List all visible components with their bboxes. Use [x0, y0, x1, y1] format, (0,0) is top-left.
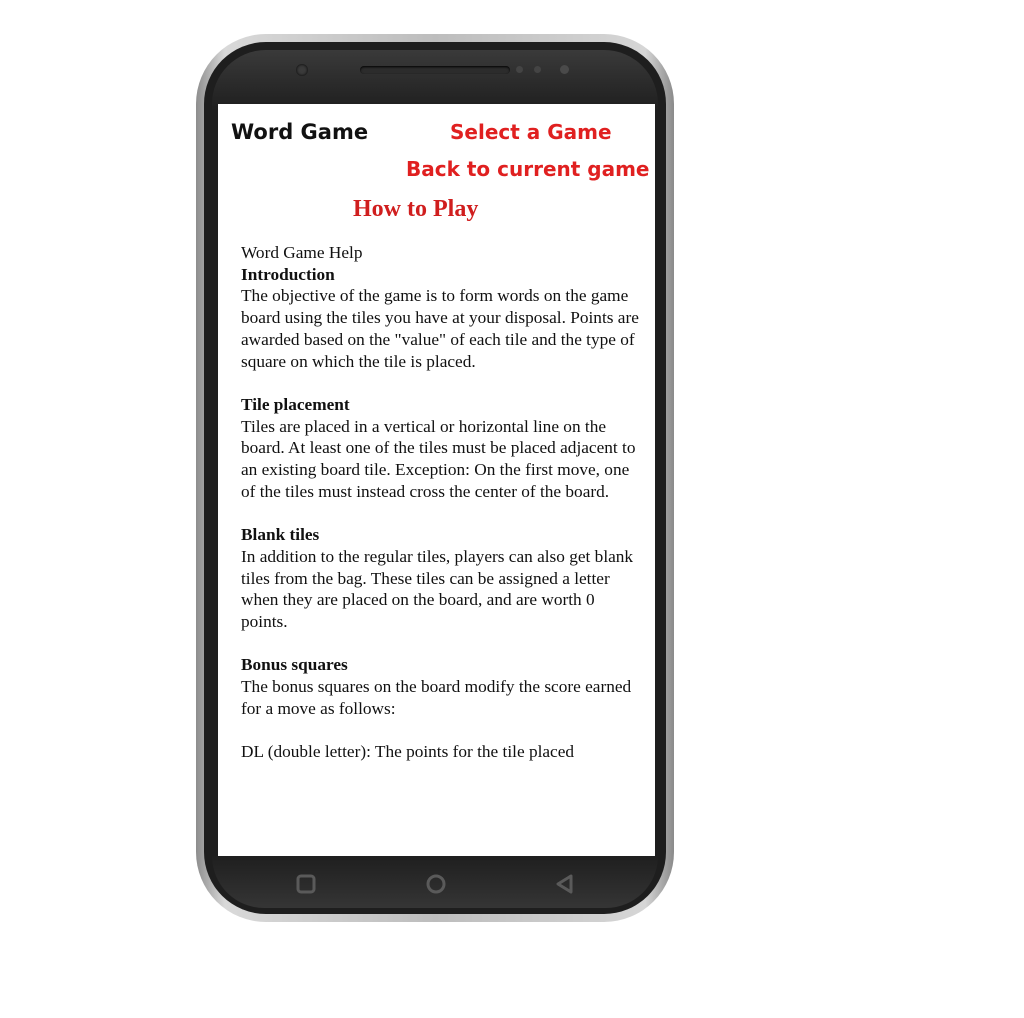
section-body-introduction: The objective of the game is to form wor… — [241, 286, 639, 371]
home-button[interactable] — [424, 872, 448, 896]
sensor-icon — [560, 65, 569, 74]
section-heading-blank-tiles: Blank tiles — [241, 525, 320, 545]
back-to-current-game-link[interactable]: Back to current game — [406, 157, 650, 181]
section-body-tile-placement: Tiles are placed in a vertical or horizo… — [241, 416, 636, 501]
section-body-bonus-squares: The bonus squares on the board modify th… — [241, 677, 632, 718]
recent-apps-button[interactable] — [294, 872, 318, 896]
square-icon — [296, 874, 316, 894]
sensor-icon — [534, 66, 541, 73]
front-camera-icon — [296, 64, 308, 76]
phone-top-bar — [212, 50, 658, 110]
section-body-blank-tiles: In addition to the regular tiles, player… — [241, 546, 634, 631]
sensor-icon — [516, 66, 523, 73]
circle-icon — [426, 874, 446, 894]
section-heading-introduction: Introduction — [241, 264, 335, 284]
app-title: Word Game — [231, 120, 369, 144]
section-heading-tile-placement: Tile placement — [241, 394, 350, 414]
back-button[interactable] — [553, 872, 577, 896]
triangle-back-icon — [556, 874, 573, 894]
select-game-link[interactable]: Select a Game — [450, 120, 612, 144]
earpiece-speaker — [360, 66, 510, 74]
bonus-double-letter-line: DL (double letter): The points for the t… — [241, 742, 575, 762]
section-heading-bonus-squares: Bonus squares — [241, 655, 348, 675]
page-title: How to Play — [353, 196, 479, 222]
help-content: Word Game Help Introduction The objectiv… — [241, 242, 641, 763]
phone-screen: Word Game Select a Game Back to current … — [218, 104, 655, 856]
help-title: Word Game Help — [241, 243, 363, 262]
canvas: Word Game Select a Game Back to current … — [0, 0, 1024, 1018]
